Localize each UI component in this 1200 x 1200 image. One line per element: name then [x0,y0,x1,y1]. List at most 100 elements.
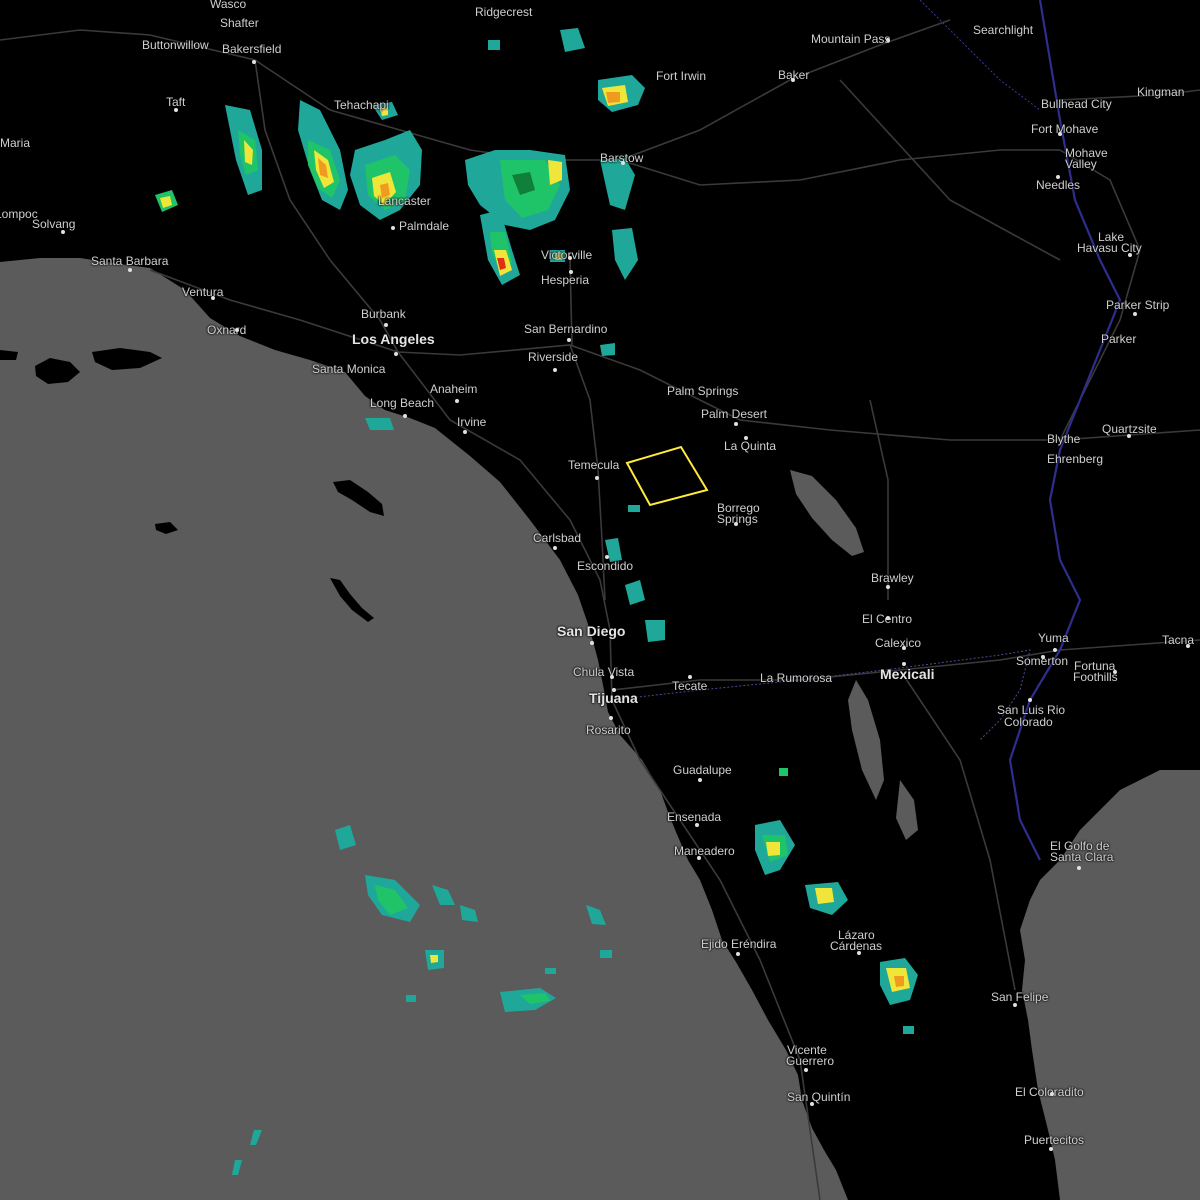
city-label-victorville: Victorville [541,248,593,262]
city-label-tecate: Tecate [672,679,708,693]
city-marker-oxnard [235,328,239,332]
city-label-san-diego: San Diego [557,623,626,639]
city-marker-tecate [688,675,692,679]
city-marker-parker-strip [1133,312,1137,316]
city-label-riverside: Riverside [528,350,579,364]
city-label-ehrenberg: Ehrenberg [1047,452,1104,466]
city-label-parker-strip: Parker Strip [1106,298,1170,312]
city-marker-barstow [621,161,625,165]
city-marker-maneadero [697,856,701,860]
city-label-blythe: Blythe [1047,432,1081,446]
city-marker-calexico [902,646,906,650]
city-marker-irvine [463,430,467,434]
city-label-shafter: Shafter [220,16,259,30]
city-label-ridgecrest: Ridgecrest [475,5,533,19]
city-marker-brawley [886,585,890,589]
city-label-ventura: Ventura [182,285,224,299]
city-label-anaheim: Anaheim [430,382,478,396]
city-label-bullhead-city: Bullhead City [1041,97,1112,111]
city-marker-baker [791,78,795,82]
city-marker-quartzsite [1127,434,1131,438]
city-marker-palm-desert [734,422,738,426]
city-marker-needles [1056,175,1060,179]
city-marker-san-quintin [810,1102,814,1106]
city-label-santa-clara: Santa Clara [1050,850,1114,864]
city-label-la-rumorosa: La Rumorosa [760,671,833,685]
city-label-san-bernardino: San Bernardino [524,322,608,336]
city-label-solvang: Solvang [32,217,76,231]
city-label-valley: Valley [1065,157,1097,171]
city-label-colorado: Colorado [1004,715,1053,729]
city-label-needles: Needles [1036,178,1081,192]
city-marker-guerrero [804,1068,808,1072]
city-label-palmdale: Palmdale [399,219,450,233]
city-label-cardenas: Cárdenas [830,939,883,953]
city-marker-guadalupe [698,778,702,782]
city-marker-el-centro [886,616,890,620]
city-label-temecula: Temecula [568,458,620,472]
city-marker-anaheim [455,399,459,403]
city-label-bakersfield: Bakersfield [222,42,282,56]
city-label-san-felipe: San Felipe [991,990,1049,1004]
city-label-long-beach: Long Beach [370,396,435,410]
city-label-ensenada: Ensenada [667,810,722,824]
map-base-layer [0,0,1200,1200]
city-label-searchlight: Searchlight [973,23,1034,37]
radar-map[interactable]: Wasco Shafter Ridgecrest Buttonwillow Bakers… [0,0,1200,1200]
city-label-calexico: Calexico [875,636,922,650]
city-marker-long-beach [403,414,407,418]
city-label-maria: Maria [0,136,31,150]
city-label-san-quintin: San Quintín [787,1090,851,1104]
city-marker-san-bernardino [567,338,571,342]
city-label-wasco: Wasco [210,0,247,11]
city-marker-springs [734,522,738,526]
city-marker-santa-clara [1077,866,1081,870]
city-marker-temecula [595,476,599,480]
city-marker-los-angeles [394,352,398,356]
city-label-fort-mohave: Fort Mohave [1031,122,1099,136]
city-label-burbank: Burbank [361,307,406,321]
city-label-palm-springs: Palm Springs [667,384,739,398]
city-marker-mountain-pass [886,38,890,42]
city-label-guadalupe: Guadalupe [673,763,732,777]
city-marker-san-felipe [1013,1003,1017,1007]
city-marker-escondido [605,555,609,559]
city-label-los-angeles: Los Angeles [352,331,435,347]
city-marker-riverside [553,368,557,372]
warning-polygon [625,445,709,507]
city-marker-victorville [568,256,572,260]
city-marker-bakersfield [252,60,256,64]
city-label-havasu-city: Havasu City [1077,241,1142,255]
city-label-oxnard: Oxnard [207,323,247,337]
city-label-foothills: Foothills [1073,670,1118,684]
city-label-santa-barbara: Santa Barbara [91,254,169,268]
city-label-rosarito: Rosarito [586,723,631,737]
city-label-chula-vista: Chula Vista [573,665,635,679]
city-label-puertecitos: Puertecitos [1024,1133,1085,1147]
city-label-buttonwillow: Buttonwillow [142,38,209,52]
city-label-parker: Parker [1101,332,1137,346]
city-marker-carlsbad [553,546,557,550]
city-marker-el-coloradito [1050,1092,1054,1096]
city-marker-santa-barbara [128,268,132,272]
city-label-irvine: Irvine [457,415,487,429]
city-label-ejido-erendira: Ejido Eréndira [701,937,777,951]
city-marker-foothills [1113,670,1117,674]
salton-sea [790,470,864,556]
city-label-tehachapi: Tehachapi [334,98,389,112]
city-marker-rosarito [609,716,613,720]
city-marker-fort-mohave [1058,132,1062,136]
city-marker-puertecitos [1049,1147,1053,1151]
city-label-yuma: Yuma [1038,631,1069,645]
city-label-escondido: Escondido [577,559,634,573]
city-marker-ensenada [695,823,699,827]
city-label-kingman: Kingman [1137,85,1185,99]
city-label-mountain-pass: Mountain Pass [811,32,891,46]
city-label-hesperia: Hesperia [541,273,590,287]
city-marker-hesperia [569,270,573,274]
city-marker-solvang [61,230,65,234]
city-marker-burbank [384,323,388,327]
city-marker-havasu-city [1128,253,1132,257]
city-marker-ejido-erendira [736,952,740,956]
city-label-lancaster: Lancaster [378,194,431,208]
